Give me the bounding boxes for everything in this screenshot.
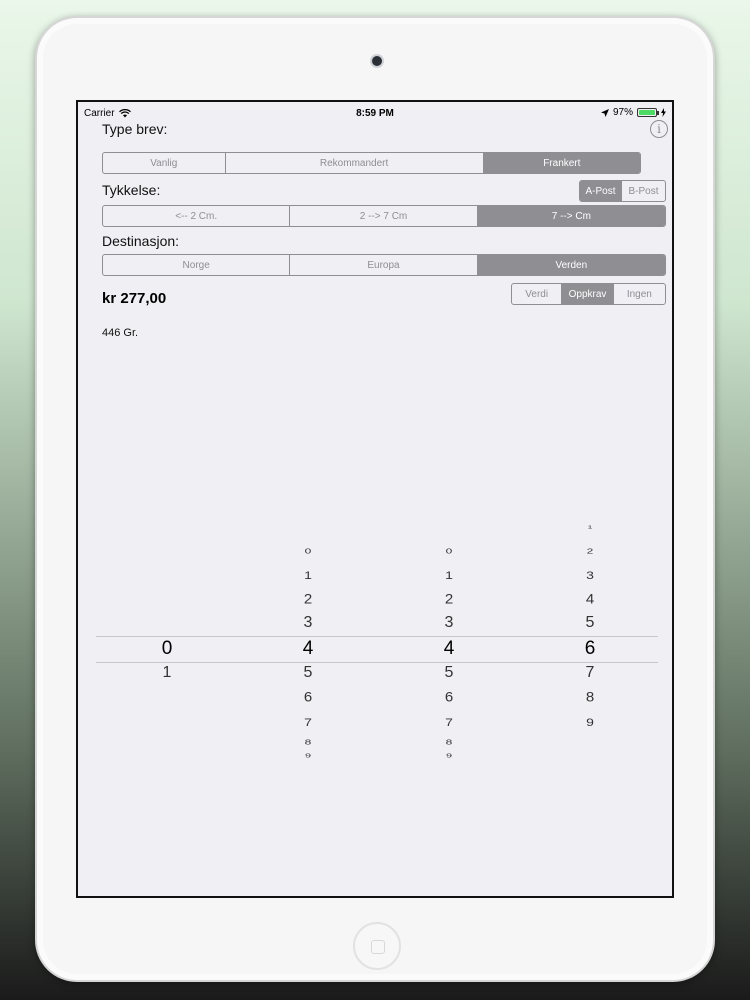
home-square-icon — [371, 940, 385, 954]
picker-digit[interactable]: 7 — [278, 715, 338, 728]
segment-b-post[interactable]: B-Post — [622, 181, 665, 201]
picker-column-4[interactable]: 1 2 3 4 5 6 7 8 9 — [560, 502, 620, 782]
picker-digit[interactable]: 1 — [137, 665, 197, 682]
picker-column-1[interactable]: 01 — [137, 502, 197, 782]
picker-digit[interactable]: 6 — [278, 690, 338, 705]
segment-a-post[interactable]: A-Post — [580, 181, 623, 201]
picker-digit[interactable]: 5 — [560, 615, 620, 632]
segment-oppkrav[interactable]: Oppkrav — [562, 284, 614, 304]
picker-digit[interactable]: 2 — [560, 546, 620, 555]
picker-digit[interactable]: 8 — [560, 690, 620, 705]
picker-digit[interactable]: 3 — [278, 615, 338, 632]
picker-digit[interactable]: 7 — [419, 715, 479, 728]
picker-digit[interactable]: 5 — [278, 665, 338, 682]
picker-digit-selected[interactable]: 0 — [137, 638, 197, 660]
camera-icon — [372, 56, 382, 66]
picker-digit[interactable]: 7 — [560, 665, 620, 682]
picker-digit[interactable]: 8 — [278, 737, 338, 746]
segment-vanlig[interactable]: Vanlig — [103, 153, 226, 173]
status-time: 8:59 PM — [356, 108, 394, 119]
segment-norge[interactable]: Norge — [103, 255, 291, 275]
payment-segment: Verdi Oppkrav Ingen — [511, 283, 666, 305]
picker-digit[interactable]: 9 — [419, 753, 479, 759]
picker-digit[interactable]: 2 — [419, 592, 479, 607]
app-screen: Carrier 8:59 PM 97% i Type brev: Vanlig … — [76, 100, 674, 898]
picker-digit[interactable]: 8 — [419, 737, 479, 746]
picker-digit[interactable]: 2 — [278, 592, 338, 607]
picker-digit[interactable]: 5 — [419, 665, 479, 682]
picker-digit[interactable]: 9 — [560, 715, 620, 728]
picker-digit[interactable]: 3 — [419, 615, 479, 632]
battery-percent: 97% — [612, 107, 633, 118]
type-brev-segment: Vanlig Rekommandert Frankert — [102, 152, 641, 174]
destinasjon-label: Destinasjon: — [102, 233, 180, 249]
type-brev-label: Type brev: — [102, 121, 168, 137]
picker-digit[interactable]: 0 — [419, 546, 479, 555]
info-icon[interactable]: i — [650, 120, 668, 138]
picker-digit[interactable]: 1 — [560, 524, 620, 529]
picker-digit[interactable]: 3 — [560, 568, 620, 581]
picker-digit[interactable]: 9 — [278, 753, 338, 759]
segment-verden[interactable]: Verden — [477, 255, 665, 275]
segment-europa[interactable]: Europa — [290, 255, 478, 275]
picker-digit[interactable]: 0 — [278, 546, 338, 555]
home-button[interactable] — [353, 922, 401, 970]
picker-digit[interactable]: 1 — [278, 568, 338, 581]
picker-digit[interactable]: 1 — [419, 568, 479, 581]
picker-column-2[interactable]: 0 1 2 3 4 5 6 7 8 9 — [278, 502, 338, 782]
destinasjon-segment: Norge Europa Verden — [102, 254, 666, 276]
picker-digit-selected[interactable]: 6 — [560, 638, 620, 660]
segment-ingen[interactable]: Ingen — [614, 284, 665, 304]
battery-icon — [637, 108, 659, 117]
segment-rekommandert[interactable]: Rekommandert — [226, 153, 484, 173]
picker-digit-selected[interactable]: 4 — [278, 638, 338, 660]
tykkelse-label: Tykkelse: — [102, 182, 161, 198]
picker-digit-selected[interactable]: 4 — [419, 638, 479, 660]
picker-digit[interactable]: 4 — [560, 592, 620, 607]
picker-column-3[interactable]: 0 1 2 3 4 5 6 7 8 9 — [419, 502, 479, 782]
segment-verdi[interactable]: Verdi — [512, 284, 563, 304]
weight-value: 446 Gr. — [102, 327, 139, 339]
weight-picker[interactable]: 01 0123456789 0123456789 123456789 — [96, 502, 658, 782]
segment-under-2cm[interactable]: <-- 2 Cm. — [103, 206, 291, 226]
segment-over-7cm[interactable]: 7 --> Cm — [477, 206, 665, 226]
location-arrow-icon — [600, 108, 609, 117]
price-value: kr 277,00 — [102, 290, 167, 307]
segment-frankert[interactable]: Frankert — [483, 153, 640, 173]
segment-2-to-7cm[interactable]: 2 --> 7 Cm — [290, 206, 478, 226]
tykkelse-segment: <-- 2 Cm. 2 --> 7 Cm 7 --> Cm — [102, 205, 666, 227]
charging-bolt-icon — [661, 108, 666, 117]
picker-digit[interactable]: 6 — [419, 690, 479, 705]
post-class-segment: A-Post B-Post — [579, 180, 666, 202]
